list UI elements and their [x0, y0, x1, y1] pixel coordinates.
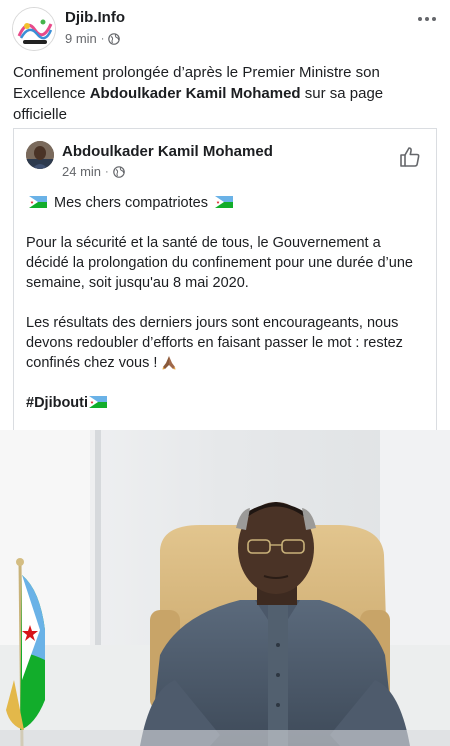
djibouti-flag-icon: [214, 196, 233, 208]
meta-separator: ·: [105, 165, 109, 178]
paragraph-2-line: Les résultats des derniers jours sont en…: [26, 313, 426, 373]
page-avatar[interactable]: [12, 7, 56, 51]
djibouti-flag-icon: [89, 396, 108, 408]
thumbs-up-icon[interactable]: [398, 145, 422, 169]
globe-icon: [112, 165, 125, 178]
shared-post-card[interactable]: Abdoulkader Kamil Mohamed 24 min · Mes c…: [13, 128, 437, 430]
caption-mention[interactable]: Abdoulkader Kamil Mohamed: [90, 85, 301, 102]
post-photo[interactable]: [0, 430, 450, 746]
page-name[interactable]: Djib.Info: [65, 9, 125, 26]
more-horizontal-icon[interactable]: [418, 12, 440, 26]
shared-post-time[interactable]: 24 min: [62, 164, 101, 179]
author-name[interactable]: Abdoulkader Kamil Mohamed: [62, 143, 273, 160]
greeting-line: Mes chers compatriotes: [26, 193, 426, 213]
hashtag-link[interactable]: #Djibouti: [26, 395, 88, 411]
folded-hands-icon: [162, 356, 176, 370]
author-avatar[interactable]: [26, 141, 54, 169]
hashtag-line: #Djibouti: [26, 393, 426, 413]
photo-illustration: [0, 430, 450, 746]
post-meta: 9 min ·: [65, 31, 121, 46]
globe-icon: [108, 32, 121, 45]
paragraph-2: Les résultats des derniers jours sont en…: [26, 315, 403, 371]
post-time[interactable]: 9 min: [65, 31, 97, 46]
djibouti-flag-icon: [29, 196, 47, 208]
post-header: Djib.Info 9 min ·: [0, 0, 450, 58]
author-photo: [26, 141, 54, 169]
page-logo-icon: [13, 8, 55, 50]
shared-post-body: Mes chers compatriotes Pour la sécurité …: [26, 193, 426, 433]
shared-post-meta: 24 min ·: [62, 164, 125, 179]
paragraph-1: Pour la sécurité et la santé de tous, le…: [26, 235, 413, 291]
meta-separator: ·: [100, 32, 105, 45]
greeting-text: Mes chers compatriotes: [54, 195, 208, 211]
post-caption: Confinement prolongée d’après le Premier…: [13, 62, 438, 125]
